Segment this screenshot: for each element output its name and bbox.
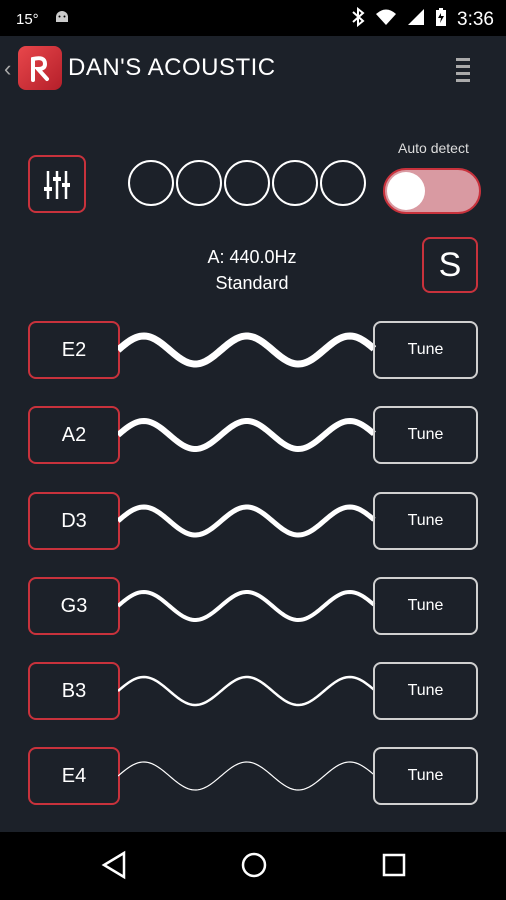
bluetooth-icon (351, 6, 365, 33)
tune-button[interactable]: Tune (373, 747, 478, 805)
string-wave (118, 332, 376, 368)
navigation-bar (0, 832, 506, 900)
string-indicator (320, 160, 366, 206)
note-button[interactable]: E4 (28, 747, 120, 805)
string-row: D3 Tune (0, 492, 506, 552)
string-indicator (128, 160, 174, 206)
string-row: A2 Tune (0, 406, 506, 466)
app-bar: ‹ DAN'S ACOUSTIC (0, 36, 506, 104)
app-logo-icon[interactable] (18, 46, 62, 90)
note-button[interactable]: D3 (28, 492, 120, 550)
note-button[interactable]: B3 (28, 662, 120, 720)
back-icon[interactable]: ‹ (4, 56, 11, 82)
s-button[interactable]: S (422, 237, 478, 293)
string-indicators (128, 160, 366, 206)
nav-home-icon[interactable] (240, 850, 268, 885)
temperature: 15° (16, 10, 39, 28)
tune-button[interactable]: Tune (373, 577, 478, 635)
tune-button[interactable]: Tune (373, 321, 478, 379)
wifi-icon (375, 8, 397, 32)
string-row: E4 Tune (0, 747, 506, 807)
note-button[interactable]: E2 (28, 321, 120, 379)
string-row: G3 Tune (0, 577, 506, 637)
string-wave (118, 417, 376, 453)
status-bar: 15° 3:36 (0, 0, 506, 36)
equalizer-button[interactable] (28, 155, 86, 213)
equalizer-icon (30, 171, 84, 215)
reference-pitch: A: 440.0Hz (207, 247, 297, 267)
app-title: DAN'S ACOUSTIC (68, 54, 276, 81)
string-wave (118, 675, 375, 707)
string-row: E2 Tune (0, 321, 506, 381)
battery-icon (435, 7, 447, 33)
auto-detect-toggle[interactable] (383, 168, 481, 214)
nav-back-icon[interactable] (100, 850, 128, 885)
string-row: B3 Tune (0, 662, 506, 722)
note-button[interactable]: G3 (28, 577, 120, 635)
signal-icon (407, 8, 425, 32)
tune-button[interactable]: Tune (373, 406, 478, 464)
string-wave (118, 504, 376, 538)
tuning-info: A: 440.0Hz Standard (150, 244, 354, 296)
string-wave (118, 761, 375, 791)
auto-detect-label: Auto detect (398, 140, 469, 156)
toggle-knob (387, 172, 425, 210)
tune-button[interactable]: Tune (373, 492, 478, 550)
android-icon (53, 8, 71, 30)
tuning-name: Standard (215, 273, 289, 293)
string-indicator (272, 160, 318, 206)
note-button[interactable]: A2 (28, 406, 120, 464)
menu-icon[interactable] (456, 58, 470, 86)
nav-recents-icon[interactable] (380, 850, 408, 885)
string-indicator (176, 160, 222, 206)
string-wave (118, 589, 376, 623)
tune-button[interactable]: Tune (373, 662, 478, 720)
clock: 3:36 (457, 9, 494, 30)
string-indicator (224, 160, 270, 206)
